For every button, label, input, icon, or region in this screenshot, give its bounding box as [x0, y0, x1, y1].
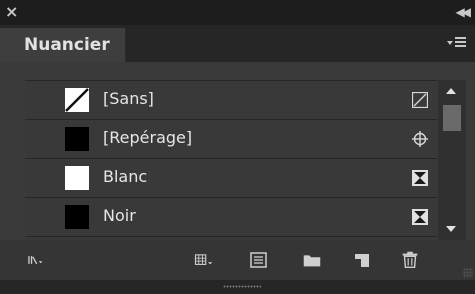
- swatch-row-registration[interactable]: [Repérage]: [25, 120, 437, 159]
- no-edit-icon: [412, 92, 428, 108]
- swatch-list[interactable]: [Sans] [Repérage] Blanc Noir: [25, 80, 437, 241]
- swatch-name: Blanc: [103, 167, 148, 186]
- scroll-thumb[interactable]: [443, 105, 461, 131]
- white-swatch: [65, 166, 89, 190]
- tab-bar: Nuancier: [0, 25, 475, 62]
- swatch-name: [Repérage]: [103, 128, 193, 147]
- black-swatch: [65, 205, 89, 229]
- process-color-icon: [412, 170, 428, 186]
- none-swatch: [65, 88, 89, 112]
- scroll-down-arrow-icon[interactable]: [446, 226, 456, 232]
- swatch-view-icon[interactable]: [27, 250, 49, 270]
- swatch-options-icon[interactable]: [248, 250, 270, 270]
- delete-icon[interactable]: [399, 250, 421, 270]
- new-folder-icon[interactable]: [301, 250, 323, 270]
- swatch-list-area: [Sans] [Repérage] Blanc Noir: [0, 62, 475, 241]
- registration-swatch: [65, 127, 89, 151]
- panel-footer: [0, 240, 475, 280]
- vertical-scrollbar[interactable]: [438, 80, 466, 240]
- double-chevron-left-icon[interactable]: ◀◀: [456, 0, 472, 25]
- swatch-row-black[interactable]: Noir: [25, 198, 437, 237]
- resize-grip-icon[interactable]: [463, 268, 473, 278]
- panel-titlebar: × ◀◀: [0, 0, 475, 25]
- process-color-icon: [412, 209, 428, 225]
- panel-menu-icon[interactable]: [447, 37, 469, 51]
- swatch-name: [Sans]: [103, 89, 154, 108]
- swatches-panel: × ◀◀ Nuancier [Sans] [Repérage] Blanc No…: [0, 0, 475, 294]
- swatch-row-white[interactable]: Blanc: [25, 159, 437, 198]
- show-swatch-kinds-icon[interactable]: [194, 250, 216, 270]
- menu-arrow-icon: [447, 41, 453, 45]
- swatch-row-none[interactable]: [Sans]: [25, 81, 437, 120]
- tab-nuancier[interactable]: Nuancier: [0, 28, 126, 62]
- scroll-up-arrow-icon[interactable]: [446, 88, 456, 94]
- panel-resize-handle[interactable]: [0, 280, 475, 294]
- close-x-icon[interactable]: ×: [5, 0, 25, 25]
- handle-dots-icon: [223, 285, 261, 288]
- tab-label: Nuancier: [24, 35, 110, 55]
- menu-bars-icon: [455, 37, 466, 48]
- new-swatch-icon[interactable]: [351, 250, 373, 270]
- swatch-name: Noir: [103, 206, 136, 225]
- registration-icon: [412, 131, 428, 147]
